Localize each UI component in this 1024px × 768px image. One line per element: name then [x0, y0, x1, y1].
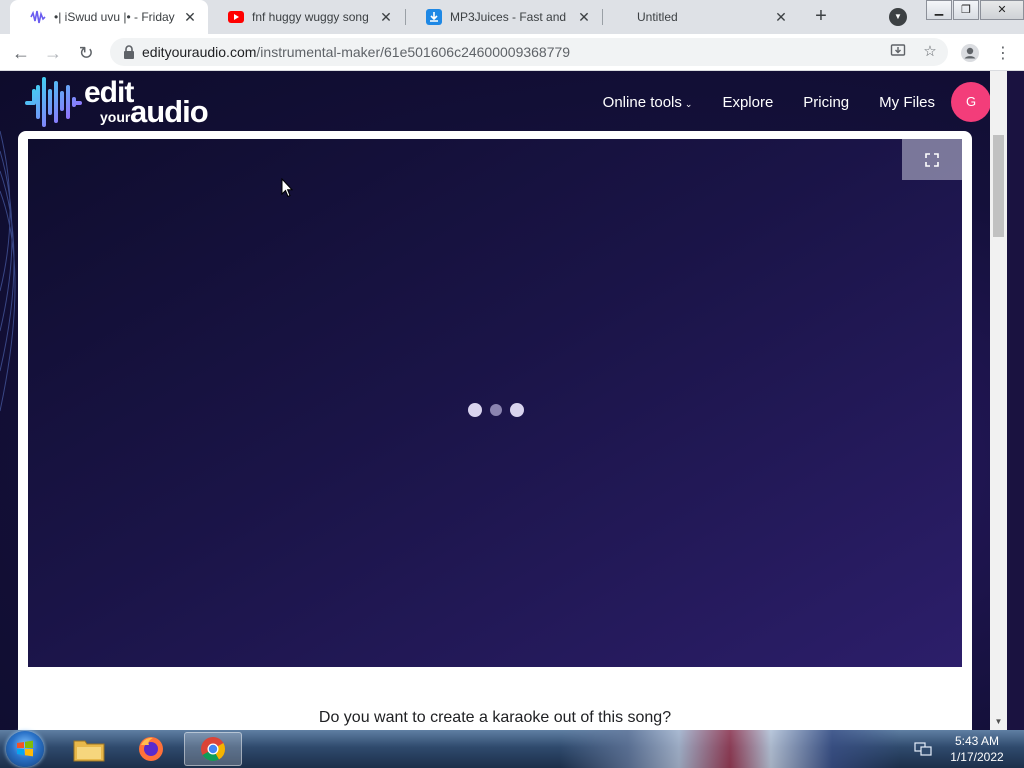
avatar[interactable]: G: [951, 82, 991, 122]
page-scrollbar[interactable]: ▼: [990, 71, 1007, 730]
browser-tab[interactable]: Untitled ✕: [603, 0, 799, 34]
audio-player[interactable]: [28, 139, 962, 667]
logo-word-your: your: [100, 109, 131, 125]
nav-online-tools[interactable]: Online tools ⌄: [603, 94, 693, 111]
url-path: /instrumental-maker/61e501606c2460000936…: [256, 44, 571, 60]
loading-dot: [468, 403, 482, 417]
network-icon[interactable]: [914, 741, 932, 757]
karaoke-question: Do you want to create a karaoke out of t…: [318, 709, 672, 726]
browser-tab-active[interactable]: •| iSwud uvu |• - Friday N ✕: [10, 0, 208, 34]
new-tab-button[interactable]: +: [808, 5, 834, 29]
loading-dot: [490, 404, 502, 416]
chrome-taskbar-button[interactable]: [184, 732, 242, 766]
clock-date: 1/17/2022: [950, 750, 1004, 764]
os-taskbar: 5:43 AM 1/17/2022: [0, 730, 1024, 768]
system-tray: 5:43 AM 1/17/2022: [914, 730, 1012, 768]
loading-dot: [510, 403, 524, 417]
forward-arrow-icon[interactable]: →: [40, 40, 66, 66]
window-controls: ▁ ❐ ✕: [925, 0, 1024, 22]
restore-button[interactable]: ❐: [953, 0, 979, 20]
firefox-taskbar-button[interactable]: [122, 732, 180, 766]
file-explorer-taskbar-button[interactable]: [60, 732, 118, 766]
close-icon[interactable]: ✕: [773, 9, 789, 25]
youtube-icon: [228, 9, 244, 25]
nav-my-files[interactable]: My Files: [879, 94, 935, 111]
edityouraudio-favicon-icon: [30, 9, 46, 25]
folder-icon: [73, 740, 105, 762]
tab-title: Untitled: [637, 10, 678, 24]
mouse-cursor-icon: [281, 178, 293, 198]
chevron-down-icon: ⌄: [684, 98, 693, 109]
tab-title: MP3Juices - Fast and Fre: [450, 10, 570, 24]
close-window-button[interactable]: ✕: [980, 0, 1024, 20]
close-icon[interactable]: ✕: [182, 9, 198, 25]
wallpaper-peek: [560, 730, 900, 768]
bookmark-star-icon[interactable]: ☆: [920, 42, 940, 62]
scroll-down-arrow-icon[interactable]: ▼: [993, 718, 1004, 726]
system-clock[interactable]: 5:43 AM 1/17/2022: [942, 733, 1012, 765]
nav-pricing[interactable]: Pricing: [803, 94, 849, 111]
chrome-icon: [201, 737, 225, 762]
more-menu-icon[interactable]: ⋮: [990, 40, 1016, 66]
loading-spinner: [468, 402, 524, 418]
site-logo[interactable]: edit your audio: [24, 73, 234, 131]
main-card: Do you want to create a karaoke out of t…: [18, 131, 972, 730]
minimize-button[interactable]: ▁: [926, 0, 952, 20]
back-arrow-icon[interactable]: ←: [8, 40, 34, 66]
lock-icon: [124, 45, 134, 59]
logo-wordmark: edit your audio: [84, 76, 234, 128]
main-nav: Online tools ⌄ Explore Pricing My Files G: [573, 82, 991, 122]
nav-label: Online tools: [602, 93, 682, 111]
site-header: edit your audio Online tools ⌄ Explore Pr…: [0, 71, 1007, 131]
address-bar[interactable]: edityouraudio.com/instrumental-maker/61e…: [110, 38, 948, 66]
close-icon[interactable]: ✕: [576, 9, 592, 25]
close-icon[interactable]: ✕: [378, 9, 394, 25]
browser-tab[interactable]: fnf huggy wuggy song - ✕: [208, 0, 404, 34]
web-page: edit your audio Online tools ⌄ Explore Pr…: [0, 71, 1007, 730]
logo-word-edit: edit: [84, 76, 134, 109]
firefox-icon: [139, 737, 163, 761]
install-app-icon[interactable]: [888, 42, 908, 62]
logo-word-audio: audio: [130, 94, 209, 129]
tab-title: •| iSwud uvu |• - Friday N: [54, 10, 176, 24]
browser-tab-strip: •| iSwud uvu |• - Friday N ✕ fnf huggy w…: [0, 0, 1024, 34]
fullscreen-icon: [925, 152, 939, 167]
url-domain: edityouraudio.com: [142, 44, 257, 60]
clock-time: 5:43 AM: [954, 734, 1000, 748]
blank-favicon-icon: [623, 9, 627, 25]
windows-logo-icon: [17, 740, 33, 757]
scrollbar-thumb[interactable]: [993, 135, 1004, 237]
start-button[interactable]: [6, 731, 44, 767]
profile-icon[interactable]: [957, 40, 983, 66]
chevron-down-icon[interactable]: ▼: [889, 8, 907, 26]
soundwave-logo-icon: [25, 77, 82, 127]
reload-icon[interactable]: ↻: [73, 40, 99, 66]
browser-tab[interactable]: MP3Juices - Fast and Fre ✕: [406, 0, 602, 34]
browser-toolbar: ← → ↻ edityouraudio.com/instrumental-mak…: [0, 34, 1024, 71]
url-text: edityouraudio.com/instrumental-maker/61e…: [142, 44, 570, 60]
fullscreen-button[interactable]: [902, 139, 962, 180]
nav-explore[interactable]: Explore: [722, 94, 773, 111]
download-favicon-icon: [426, 9, 442, 25]
tab-title: fnf huggy wuggy song -: [252, 10, 372, 24]
